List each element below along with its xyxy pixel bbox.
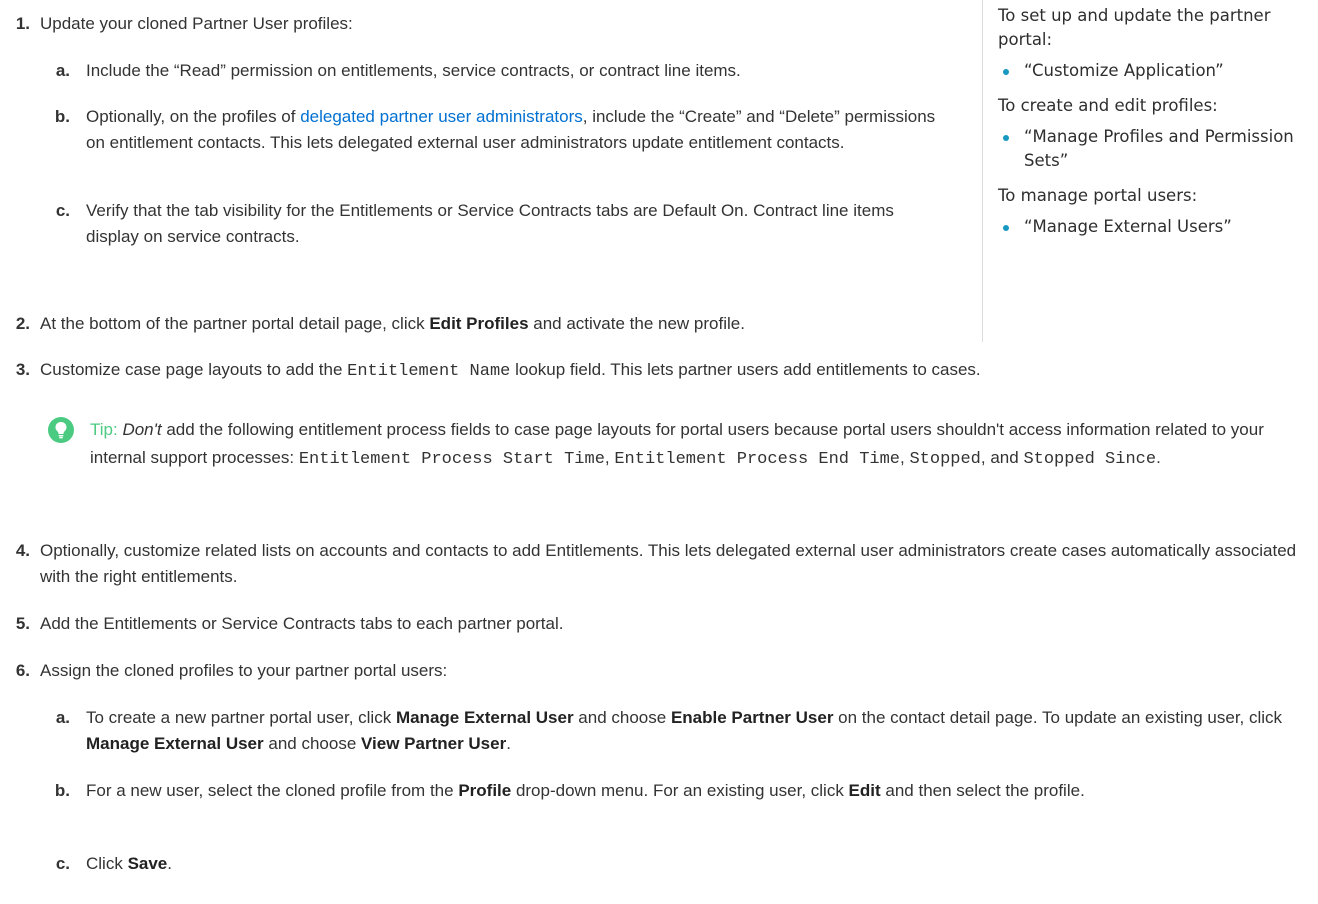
substep-letter: c. — [55, 201, 70, 220]
step-4: 4. Optionally, customize related lists o… — [0, 538, 1310, 590]
tip-callout: Tip: Don't add the following entitlement… — [40, 416, 1310, 474]
step-text: Customize case page layouts to add the E… — [40, 360, 981, 381]
substep-text: Click Save. — [86, 854, 172, 873]
step-text: Optionally, customize related lists on a… — [40, 541, 1297, 586]
substep-letter: b. — [54, 781, 70, 800]
bullet-icon — [1003, 225, 1009, 231]
step-6a: a. To create a new partner portal user, … — [40, 705, 1316, 757]
delegated-admin-link[interactable]: delegated partner user administrators — [300, 107, 583, 126]
field-name-code: Stopped — [909, 450, 981, 469]
step-text: At the bottom of the partner portal deta… — [40, 314, 745, 333]
step-1c: c. Verify that the tab visibility for th… — [40, 198, 950, 250]
field-name-code: Stopped Since — [1023, 450, 1157, 469]
step-6c: c. Click Save. — [40, 851, 1316, 877]
substep-letter: a. — [55, 61, 70, 80]
field-name-code: Entitlement Process Start Time — [298, 450, 605, 469]
step-6b: b. For a new user, select the cloned pro… — [40, 778, 1316, 804]
step-number: 3. — [15, 360, 30, 379]
sidebar-heading: To manage portal users: — [998, 186, 1198, 205]
substep-text: Include the “Read” permission on entitle… — [86, 61, 741, 80]
step-3: 3. Customize case page layouts to add th… — [0, 357, 1310, 385]
bullet-icon — [1003, 135, 1009, 141]
substep-text: For a new user, select the cloned profil… — [86, 781, 1085, 800]
step-5: 5. Add the Entitlements or Service Contr… — [0, 611, 1310, 637]
substep-letter: b. — [54, 107, 70, 126]
step-text: Add the Entitlements or Service Contract… — [40, 614, 564, 633]
lightbulb-icon — [48, 417, 74, 443]
substep-letter: a. — [55, 708, 70, 727]
tip-text: Tip: Don't add the following entitlement… — [90, 420, 1264, 469]
substep-text: Verify that the tab visibility for the E… — [86, 201, 894, 246]
substep-text: To create a new partner portal user, cli… — [86, 708, 1283, 753]
step-number: 1. — [15, 14, 30, 33]
step-1a: a. Include the “Read” permission on enti… — [40, 58, 950, 84]
step-number: 5. — [15, 614, 30, 633]
permissions-sidebar: To set up and update the partner portal:… — [982, 0, 1318, 342]
sidebar-permission-item: “Manage External Users” — [998, 215, 1318, 239]
step-number: 2. — [15, 314, 30, 333]
sidebar-permission-item: “Manage Profiles and Permission Sets” — [998, 125, 1318, 173]
edit-profiles-label: Edit Profiles — [429, 314, 529, 333]
sidebar-heading: To create and edit profiles: — [998, 96, 1218, 115]
step-1: 1. Update your cloned Partner User profi… — [0, 11, 1310, 37]
step-text: Update your cloned Partner User profiles… — [40, 14, 353, 33]
step-text: Assign the cloned profiles to your partn… — [40, 661, 448, 680]
step-6: 6. Assign the cloned profiles to your pa… — [0, 658, 1310, 684]
bullet-icon — [1003, 69, 1009, 75]
field-name-code: Entitlement Process End Time — [614, 450, 901, 469]
sidebar-permission-item: “Customize Application” — [998, 59, 1318, 83]
step-number: 6. — [15, 661, 30, 680]
substep-letter: c. — [55, 854, 70, 873]
step-number: 4. — [15, 541, 30, 560]
step-2: 2. At the bottom of the partner portal d… — [0, 311, 970, 337]
tip-label: Tip: — [90, 420, 118, 439]
field-name-code: Entitlement Name — [347, 362, 511, 381]
substep-text: Optionally, on the profiles of delegated… — [86, 107, 936, 152]
step-1b: b. Optionally, on the profiles of delega… — [40, 104, 950, 156]
